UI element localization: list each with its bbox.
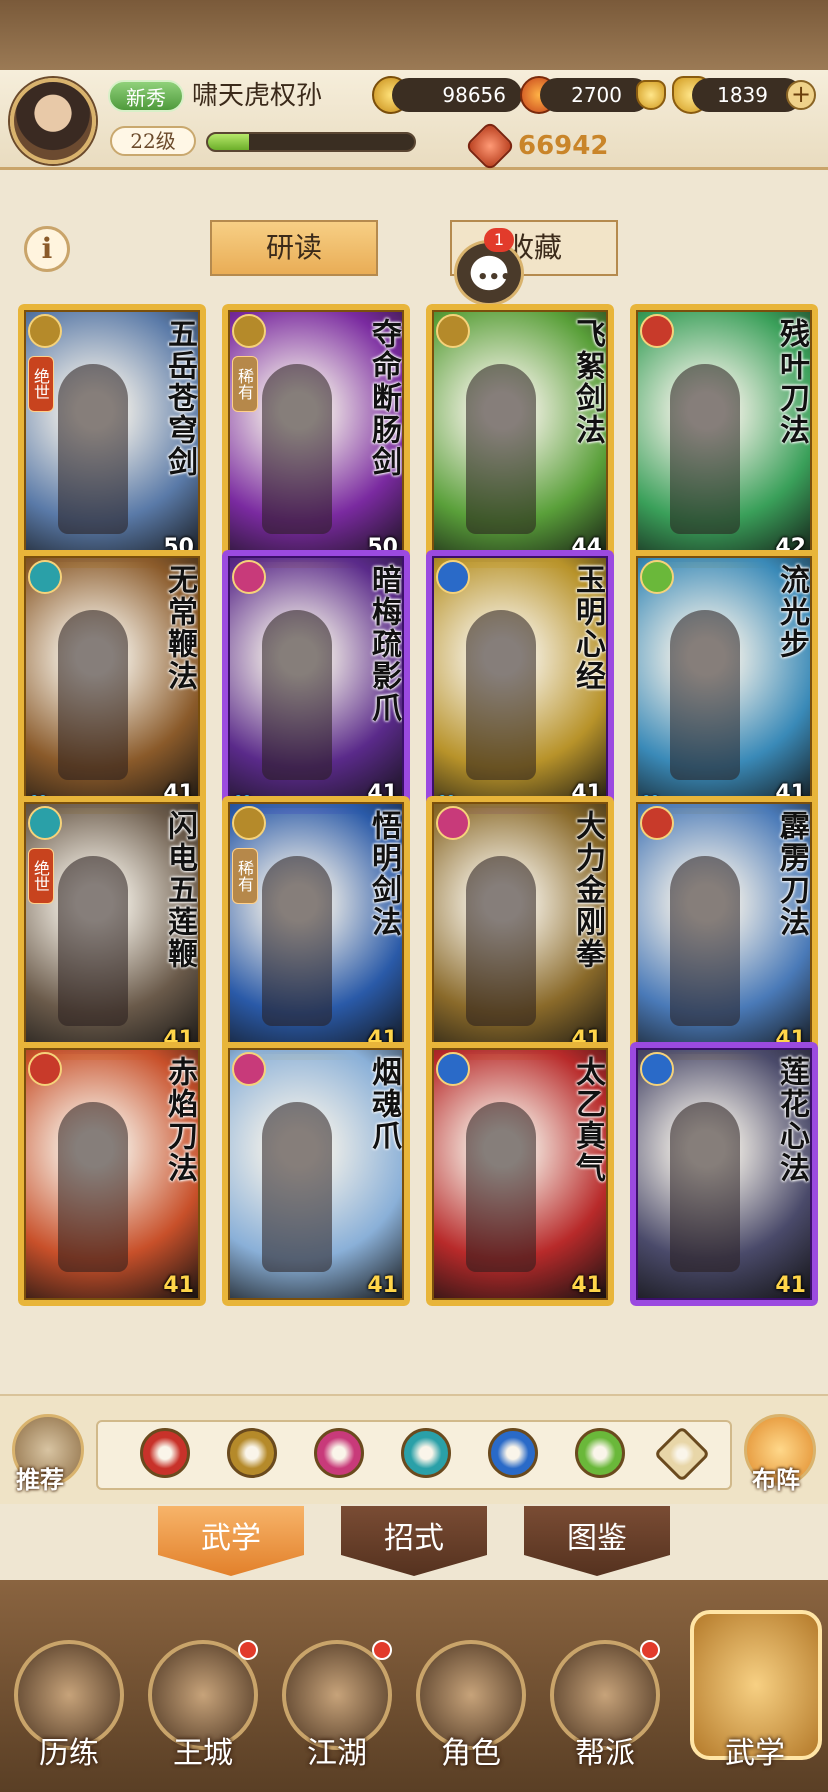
martial-art-card[interactable]: 莲花心法 41 — [630, 1042, 818, 1306]
martial-art-card[interactable]: 稀有 夺命断肠剑 50 — [222, 304, 410, 568]
tab-martial[interactable]: 武学 — [158, 1506, 304, 1576]
notification-dot — [238, 1640, 258, 1660]
fan-icon[interactable] — [401, 1428, 451, 1478]
nav-label: 王城 — [173, 1736, 233, 1771]
add-currency-button[interactable]: + — [786, 80, 816, 110]
martial-art-card[interactable]: 烟魂爪 41 — [222, 1042, 410, 1306]
nav-label: 帮派 — [575, 1736, 635, 1771]
card-frame — [18, 1042, 206, 1306]
sword-icon[interactable] — [227, 1428, 277, 1478]
rank-badge: 新秀 — [108, 80, 184, 112]
card-frame — [630, 550, 818, 814]
card-frame — [222, 550, 410, 814]
martial-arts-grid: 绝世 五岳苍穹剑 50 稀有 夺命断肠剑 50 飞絮剑法 44 残叶刀法 42 无常鞭法 ❟❟ 41 暗梅… — [18, 304, 818, 1394]
martial-art-card[interactable]: 霹雳刀法 41 — [630, 796, 818, 1060]
swirl-icon[interactable] — [575, 1428, 625, 1478]
card-frame — [630, 1042, 818, 1306]
martial-art-card[interactable]: 赤焰刀法 41 — [18, 1042, 206, 1306]
flame-count: 2700 — [540, 78, 650, 112]
martial-art-card[interactable]: 玉明心经 ❟❟ 41 — [426, 550, 614, 814]
card-frame — [18, 796, 206, 1060]
card-frame — [630, 796, 818, 1060]
martial-art-card[interactable]: 残叶刀法 42 — [630, 304, 818, 568]
blade-icon[interactable] — [140, 1428, 190, 1478]
notification-dot — [372, 1640, 392, 1660]
martial-art-card[interactable]: 大力金刚拳 41 — [426, 796, 614, 1060]
card-frame — [426, 304, 614, 568]
martial-art-card[interactable]: 流光步 ❟❟ 41 — [630, 550, 818, 814]
nav-label: 历练 — [39, 1736, 99, 1771]
chest-icon[interactable] — [636, 80, 666, 110]
martial-art-card[interactable]: 太乙真气 41 — [426, 1042, 614, 1306]
card-frame — [426, 1042, 614, 1306]
player-name: 啸天虎权孙 — [192, 81, 323, 111]
nav-label: 江湖 — [307, 1736, 367, 1771]
info-button[interactable]: i — [24, 226, 70, 272]
xp-bar — [206, 132, 416, 152]
card-frame — [222, 1042, 410, 1306]
card-frame — [222, 796, 410, 1060]
yinyang-icon[interactable] — [488, 1428, 538, 1478]
formation-label: 布阵 — [752, 1465, 800, 1494]
chat-badge: 1 — [484, 228, 514, 252]
card-frame — [222, 304, 410, 568]
card-frame — [426, 796, 614, 1060]
player-level: 22级 — [110, 126, 196, 156]
martial-art-card[interactable]: 稀有 悟明剑法 41 — [222, 796, 410, 1060]
chat-icon: ••• — [477, 267, 512, 288]
card-frame — [630, 304, 818, 568]
tab-moves[interactable]: 招式 — [341, 1506, 487, 1576]
martial-art-card[interactable]: 无常鞭法 ❟❟ 41 — [18, 550, 206, 814]
martial-art-card[interactable]: 暗梅疏影爪 ❟❟ 41 — [222, 550, 410, 814]
card-frame — [18, 304, 206, 568]
tab-study[interactable]: 研读 — [210, 220, 378, 276]
combat-power: 66942 — [518, 131, 609, 161]
card-frame — [18, 550, 206, 814]
player-avatar[interactable] — [10, 78, 96, 164]
tab-atlas[interactable]: 图鉴 — [524, 1506, 670, 1576]
recommend-label: 推荐 — [16, 1465, 64, 1494]
martial-art-card[interactable]: 绝世 闪电五莲鞭 41 — [18, 796, 206, 1060]
nav-label: 武学 — [725, 1736, 785, 1771]
martial-art-card[interactable]: 绝世 五岳苍穹剑 50 — [18, 304, 206, 568]
notification-dot — [640, 1640, 660, 1660]
card-frame — [426, 550, 614, 814]
status-strip — [0, 0, 828, 70]
xp-fill — [208, 134, 250, 150]
coin-count: 98656 — [392, 78, 522, 112]
fist-icon[interactable] — [314, 1428, 364, 1478]
nav-label: 角色 — [441, 1736, 501, 1771]
martial-art-card[interactable]: 飞絮剑法 44 — [426, 304, 614, 568]
